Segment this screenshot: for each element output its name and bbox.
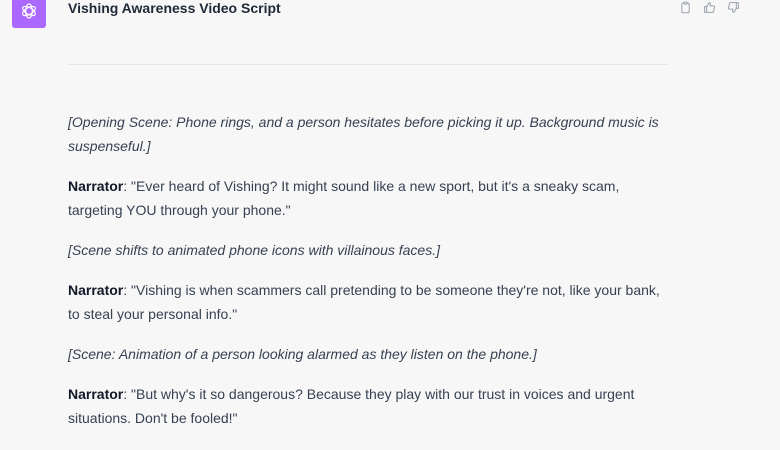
- speaker-label: Narrator: [68, 178, 124, 194]
- narration-line: Narrator: "Ever heard of Vishing? It mig…: [68, 174, 672, 222]
- stage-direction-text: [Scene: Animation of a person looking al…: [68, 346, 537, 362]
- narration-text: : "Vishing is when scammers call pretend…: [68, 282, 660, 322]
- copy-button[interactable]: [676, 0, 694, 16]
- thumbs-up-icon: [703, 1, 715, 13]
- stage-direction: [Opening Scene: Phone rings, and a perso…: [68, 110, 672, 158]
- stage-direction: [Scene: Animation of a person looking al…: [68, 342, 672, 366]
- narration-line: Narrator: "Vishing is when scammers call…: [68, 278, 672, 326]
- clipboard-icon: [680, 0, 690, 13]
- thumbs-up-button[interactable]: [700, 0, 718, 16]
- speaker-label: Narrator: [68, 386, 124, 402]
- thumbs-down-button[interactable]: [724, 0, 742, 16]
- narration-line: Narrator: "But why's it so dangerous? Be…: [68, 382, 672, 430]
- openai-logo-icon: [22, 3, 36, 19]
- stage-direction: [Scene shifts to animated phone icons wi…: [68, 238, 672, 262]
- assistant-avatar: [12, 0, 46, 28]
- stage-direction-text: [Opening Scene: Phone rings, and a perso…: [68, 114, 659, 154]
- chat-page: Vishing Awareness Video Script [Opening …: [0, 0, 780, 450]
- stage-direction-text: [Scene shifts to animated phone icons wi…: [68, 242, 440, 258]
- narration-text: : "But why's it so dangerous? Because th…: [68, 386, 635, 426]
- narration-text: : "Ever heard of Vishing? It might sound…: [68, 178, 620, 218]
- header-divider: [68, 64, 668, 65]
- message-actions: [676, 0, 742, 16]
- speaker-label: Narrator: [68, 282, 124, 298]
- conversation-title: Vishing Awareness Video Script: [68, 0, 281, 16]
- thumbs-down-icon: [727, 1, 739, 13]
- assistant-message: [Opening Scene: Phone rings, and a perso…: [68, 110, 672, 446]
